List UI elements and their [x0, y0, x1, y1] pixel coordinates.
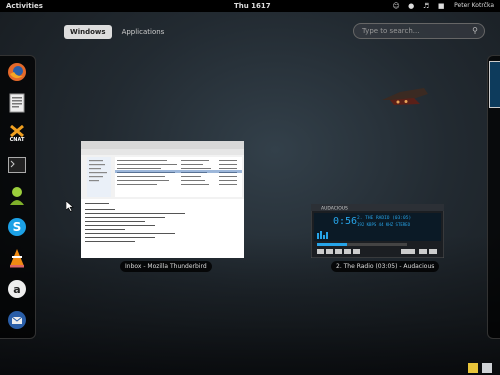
audacious-window-thumbnail[interactable]: AUDACIOUS 0:56 2. THE RADIO (03:05) 192 …: [311, 204, 444, 258]
audacious-time: 0:56: [333, 216, 357, 227]
clock[interactable]: Thu 1617: [234, 0, 271, 12]
message-tray: [468, 363, 492, 373]
search-icon: ⚲: [472, 26, 478, 35]
stop-button[interactable]: [344, 249, 351, 254]
volume-slider[interactable]: [401, 249, 415, 254]
vlc-icon[interactable]: [6, 247, 28, 269]
audacious-track: 2. THE RADIO (03:05): [357, 215, 411, 221]
user-icon: ■: [437, 2, 445, 10]
notification-icon[interactable]: [468, 363, 478, 373]
audacious-title: AUDACIOUS: [321, 206, 348, 212]
cnat-icon[interactable]: CNAT: [6, 123, 28, 145]
tab-windows[interactable]: Windows: [64, 25, 112, 39]
svg-text:a: a: [13, 283, 20, 296]
wallpaper-spaceship: [382, 88, 428, 105]
thunderbird-icon[interactable]: [6, 309, 28, 331]
audacious-info: 192 KBPS 44 KHZ STEREO: [357, 222, 411, 227]
thunderbird-window-caption[interactable]: Inbox - Mozilla Thunderbird: [120, 261, 212, 272]
svg-text:S: S: [13, 220, 22, 234]
user-menu[interactable]: Peter Kotrčka: [454, 0, 494, 12]
pl-button[interactable]: [429, 249, 437, 254]
next-button[interactable]: [353, 249, 360, 254]
tray-app-icon[interactable]: [482, 363, 492, 373]
eq-button[interactable]: [419, 249, 427, 254]
amazon-icon[interactable]: a: [6, 278, 28, 300]
audacious-window-caption[interactable]: 2. The Radio (03:05) - Audacious: [331, 261, 440, 272]
play-button[interactable]: [326, 249, 333, 254]
search-placeholder: Type to search...: [362, 27, 420, 35]
accessibility-icon[interactable]: ☺: [392, 0, 400, 12]
overview-tabs: Windows Applications: [64, 25, 170, 39]
dash: CNAT S a: [0, 55, 36, 339]
status-area: ☺ ● ♬ ■ Peter Kotrčka: [392, 0, 494, 12]
tab-applications[interactable]: Applications: [116, 25, 171, 39]
firefox-icon[interactable]: [6, 61, 28, 83]
thunderbird-window-thumbnail[interactable]: [81, 141, 244, 258]
cnat-label: CNAT: [9, 137, 25, 143]
workspace-panel: [487, 55, 500, 339]
text-editor-icon[interactable]: [6, 92, 28, 114]
wifi-icon[interactable]: ●: [407, 0, 415, 12]
mouse-cursor-icon: [66, 201, 74, 212]
volume-icon[interactable]: ♬: [422, 0, 430, 12]
top-bar: Activities Thu 1617 ☺ ● ♬ ■ Peter Kotrčk…: [0, 0, 500, 12]
skype-icon[interactable]: S: [6, 216, 28, 238]
pause-button[interactable]: [335, 249, 342, 254]
prev-button[interactable]: [317, 249, 324, 254]
terminal-icon[interactable]: [6, 154, 28, 176]
workspace-thumbnail[interactable]: [489, 61, 500, 108]
activities-button[interactable]: Activities: [6, 0, 43, 12]
search-input[interactable]: Type to search... ⚲: [353, 23, 485, 39]
pidgin-icon[interactable]: [6, 185, 28, 207]
